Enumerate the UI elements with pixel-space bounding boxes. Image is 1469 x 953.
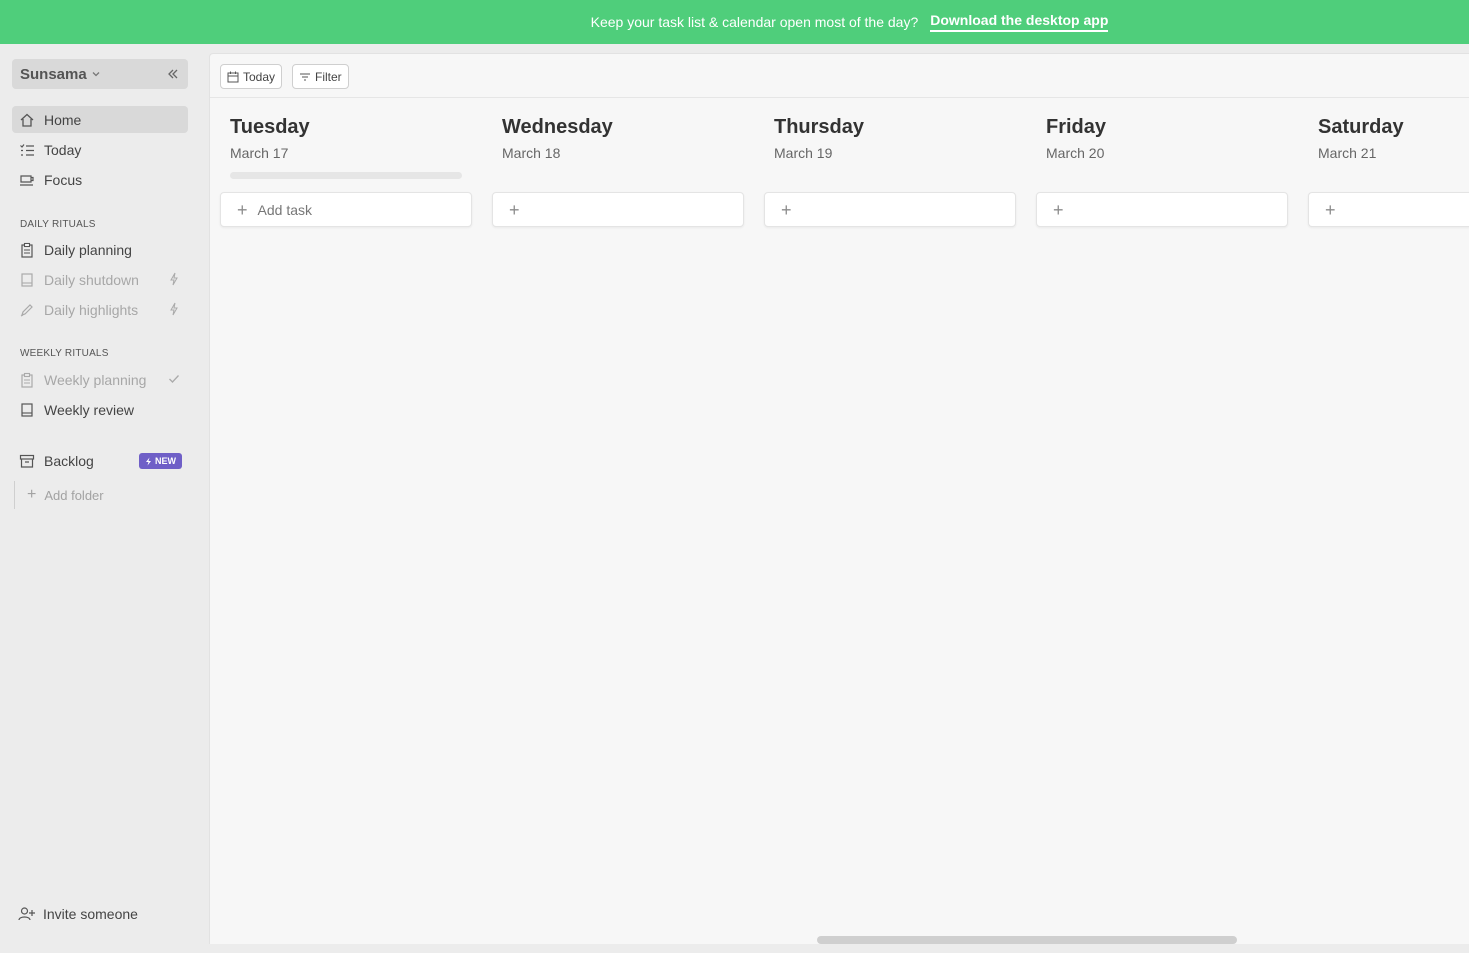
- bolt-icon: [168, 302, 180, 316]
- bolt-icon: [145, 457, 152, 466]
- day-date: March 18: [502, 145, 561, 161]
- day-name: Saturday: [1318, 116, 1404, 138]
- nav-focus-label: Focus: [44, 171, 83, 188]
- collapse-sidebar-icon[interactable]: [166, 67, 180, 81]
- chevron-down-icon: [91, 69, 101, 79]
- desktop-app-banner: Keep your task list & calendar open most…: [0, 0, 1469, 44]
- add-task-button[interactable]: +: [764, 192, 1016, 227]
- day-date: March 21: [1318, 145, 1377, 161]
- nav-backlog[interactable]: Backlog NEW: [12, 447, 188, 474]
- archive-icon: [19, 453, 35, 469]
- plus-icon: +: [1325, 199, 1336, 220]
- today-button[interactable]: Today: [220, 64, 283, 89]
- workspace-switcher[interactable]: Sunsama: [12, 59, 188, 89]
- plus-icon: +: [509, 199, 520, 220]
- day-name: Thursday: [774, 116, 865, 138]
- user-plus-icon: [18, 906, 36, 922]
- day-column: Thursday March 19 +: [764, 116, 1016, 227]
- new-badge: NEW: [139, 453, 182, 469]
- check-icon: [168, 372, 180, 386]
- add-folder-button[interactable]: + Add folder: [14, 481, 104, 509]
- toolbar: Today Filter: [210, 54, 1469, 98]
- workspace-name: Sunsama: [20, 65, 87, 83]
- nav-home[interactable]: Home: [12, 106, 188, 133]
- main-board: Today Filter Tuesday March 17 + Add task…: [209, 53, 1469, 944]
- invite-someone-label: Invite someone: [43, 906, 138, 922]
- add-task-button[interactable]: +: [1308, 192, 1469, 227]
- coffee-icon: [19, 172, 35, 188]
- add-task-button[interactable]: +: [1036, 192, 1288, 227]
- day-date: March 17: [230, 145, 289, 161]
- download-desktop-app-link[interactable]: Download the desktop app: [930, 12, 1109, 32]
- horizontal-scrollbar[interactable]: [817, 936, 1237, 944]
- clipboard-icon: [19, 372, 35, 388]
- nav-weekly-review-label: Weekly review: [44, 401, 134, 418]
- day-name: Wednesday: [502, 116, 613, 138]
- add-task-button[interactable]: + Add task: [220, 192, 472, 227]
- nav-weekly-planning-label: Weekly planning: [44, 371, 147, 388]
- daily-rituals-heading: DAILY RITUALS: [20, 219, 96, 230]
- today-button-label: Today: [243, 69, 276, 84]
- bolt-icon: [168, 272, 180, 286]
- calendar-icon: [227, 71, 239, 83]
- nav-daily-planning[interactable]: Daily planning: [12, 236, 188, 263]
- day-column: Saturday March 21 +: [1308, 116, 1469, 227]
- home-icon: [19, 112, 35, 128]
- add-task-button[interactable]: +: [492, 192, 744, 227]
- filter-button[interactable]: Filter: [292, 64, 349, 89]
- day-column: Friday March 20 +: [1036, 116, 1288, 227]
- nav-focus[interactable]: Focus: [12, 166, 188, 193]
- day-date: March 19: [774, 145, 833, 161]
- nav-home-label: Home: [44, 111, 82, 128]
- book-icon: [19, 402, 35, 418]
- filter-icon: [299, 71, 311, 83]
- banner-message: Keep your task list & calendar open most…: [590, 14, 919, 30]
- sidebar: Sunsama Home Today Focus DAILY RITUALS D…: [0, 44, 208, 953]
- invite-someone-button[interactable]: Invite someone: [18, 906, 138, 922]
- new-badge-label: NEW: [155, 456, 176, 466]
- nav-daily-planning-label: Daily planning: [44, 241, 132, 258]
- add-folder-label: Add folder: [44, 487, 104, 503]
- nav-daily-highlights-label: Daily highlights: [44, 301, 139, 318]
- nav-today-label: Today: [44, 141, 82, 158]
- plus-icon: +: [237, 199, 248, 220]
- nav-daily-shutdown-label: Daily shutdown: [44, 271, 139, 288]
- list-icon: [19, 142, 35, 158]
- day-date: March 20: [1046, 145, 1105, 161]
- plus-icon: +: [1053, 199, 1064, 220]
- nav-weekly-review[interactable]: Weekly review: [12, 396, 188, 423]
- progress-bar: [230, 172, 462, 179]
- add-task-label: Add task: [257, 201, 312, 218]
- weekly-rituals-heading: WEEKLY RITUALS: [20, 348, 109, 359]
- plus-icon: +: [27, 486, 37, 503]
- plus-icon: +: [781, 199, 792, 220]
- nav-weekly-planning[interactable]: Weekly planning: [12, 366, 188, 393]
- nav-backlog-label: Backlog: [44, 452, 94, 469]
- book-icon: [19, 272, 35, 288]
- nav-today[interactable]: Today: [12, 136, 188, 163]
- day-name: Tuesday: [230, 116, 310, 138]
- nav-daily-shutdown[interactable]: Daily shutdown: [12, 266, 188, 293]
- filter-button-label: Filter: [315, 69, 342, 84]
- pen-icon: [19, 302, 35, 318]
- day-name: Friday: [1046, 116, 1107, 138]
- clipboard-icon: [19, 242, 35, 258]
- day-column: Tuesday March 17 + Add task: [220, 116, 472, 227]
- nav-daily-highlights[interactable]: Daily highlights: [12, 296, 188, 323]
- day-column: Wednesday March 18 +: [492, 116, 744, 227]
